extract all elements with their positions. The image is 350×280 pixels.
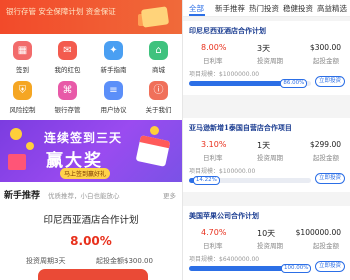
product-amount: $100000.00 — [295, 228, 341, 237]
app-screen: 银行存管 安全保障计划 资金保证 ▦ 签到 ✉ 我的红包 ✦ 新手指南 ⌂ 商城 — [0, 0, 350, 280]
progress-bar: 14.22% — [189, 176, 311, 185]
rate-label: 日利率 — [203, 242, 223, 250]
product-rate: 8.00% — [201, 43, 227, 52]
promo-badge[interactable]: 马上签到赢好礼 — [60, 168, 111, 179]
product-card[interactable]: 美国苹果公司合作计划 4.70% 10天 $100000.00 日利率 投资周期… — [183, 206, 350, 280]
product-scale: 项目规模：$1000000.00 — [189, 71, 260, 78]
gift-icon — [8, 154, 26, 170]
progress-fill — [189, 81, 294, 86]
document-icon: ≡ — [104, 81, 123, 100]
product-card[interactable]: 印尼尼西亚酒店合作计划 8.00% 3天 $300.00 日利率 投资周期 起投… — [183, 21, 350, 95]
tab-high-yield[interactable]: 高益精选 — [317, 3, 347, 14]
menu-user-agreement[interactable]: ≡ 用户协议 — [91, 78, 136, 118]
red-packet-icon: ✉ — [58, 41, 77, 60]
days-label: 投资周期 — [257, 154, 283, 162]
progress-bar: 86.00% — [189, 79, 311, 88]
promo-line1: 连续签到三天 — [44, 131, 123, 145]
progress-bar: 100.00% — [189, 264, 312, 273]
tab-all[interactable]: 全部 — [189, 3, 204, 14]
banner-slogan: 银行存管 安全保障计划 资金保证 — [6, 7, 116, 16]
more-link[interactable]: 更多 — [163, 190, 176, 200]
progress-text: 86.00% — [280, 79, 308, 88]
quick-menu-grid: ▦ 签到 ✉ 我的红包 ✦ 新手指南 ⌂ 商城 ⛨ 风险控制 ⌘ 银行存管 ≡ … — [0, 38, 182, 118]
banner-illustration — [122, 0, 174, 34]
product-card[interactable]: 亚马逊新增1泰国自营店合作项目 3.10% 1天 $299.00 日利率 投资周… — [183, 118, 350, 192]
tab-hot[interactable]: 热门投资 — [249, 3, 279, 14]
product-amount: $299.00 — [309, 140, 341, 149]
invest-button[interactable]: 立即投资 — [315, 261, 345, 272]
product-title: 美国苹果公司合作计划 — [189, 211, 259, 220]
product-list-panel: 全部 新手推荐 热门投资 稳健投资 高益精选 印尼尼西亚酒店合作计划 8.00%… — [182, 0, 350, 280]
product-rate: 8.00% — [70, 234, 112, 248]
product-name: 印尼西亚酒店合作计划 — [43, 215, 139, 226]
menu-shop[interactable]: ⌂ 商城 — [136, 38, 181, 78]
product-title: 亚马逊新增1泰国自营店合作项目 — [189, 123, 292, 132]
top-banner[interactable]: 银行存管 安全保障计划 资金保证 — [0, 0, 182, 34]
days-label: 投资周期 — [257, 242, 283, 250]
shield-icon: ⛨ — [13, 81, 32, 100]
recommend-title: 新手推荐 — [4, 191, 41, 201]
menu-label: 用户协议 — [100, 106, 127, 114]
tab-newbie[interactable]: 新手推荐 — [215, 3, 245, 14]
progress-text: 100.00% — [281, 264, 312, 273]
menu-risk-control[interactable]: ⛨ 风险控制 — [0, 78, 45, 118]
menu-label: 签到 — [16, 66, 29, 74]
menu-red-packet[interactable]: ✉ 我的红包 — [45, 38, 90, 78]
guide-icon: ✦ — [104, 41, 123, 60]
menu-label: 关于我们 — [145, 106, 172, 114]
menu-guide[interactable]: ✦ 新手指南 — [91, 38, 136, 78]
tab-underline — [189, 14, 205, 16]
menu-label: 商城 — [152, 66, 165, 74]
amount-label: 起投金额 — [313, 57, 339, 65]
calendar-icon: ▦ — [13, 41, 32, 60]
recommend-card[interactable]: 印尼西亚酒店合作计划 8.00% 投资周期3天 起投金额$300.00 — [0, 206, 182, 280]
home-panel: 银行存管 安全保障计划 资金保证 ▦ 签到 ✉ 我的红包 ✦ 新手指南 ⌂ 商城 — [0, 0, 182, 280]
amount-label: 起投金额 — [313, 154, 339, 162]
menu-bank-custody[interactable]: ⌘ 银行存管 — [45, 78, 90, 118]
sign-in-promo-banner[interactable]: 连续签到三天 赢大奖 马上签到赢好礼 — [0, 120, 182, 182]
coin-icon — [26, 142, 34, 150]
days-label: 投资周期 — [257, 57, 283, 65]
calendar-icon — [135, 135, 171, 167]
menu-about-us[interactable]: ⓘ 关于我们 — [136, 78, 181, 118]
invest-button[interactable]: 立即投资 — [315, 76, 345, 87]
menu-sign-in[interactable]: ▦ 签到 — [0, 38, 45, 78]
info-icon: ⓘ — [149, 81, 168, 100]
recommend-header: 新手推荐 优质推荐，小白也能放心 更多 — [4, 188, 178, 202]
menu-label: 风险控制 — [9, 106, 36, 114]
product-rate: 3.10% — [201, 140, 227, 149]
product-period: 投资周期3天 — [26, 257, 66, 265]
menu-label: 新手指南 — [100, 66, 127, 74]
progress-text: 14.22% — [192, 176, 220, 185]
recommend-subtitle: 优质推荐，小白也能放心 — [48, 192, 120, 200]
rate-label: 日利率 — [203, 154, 223, 162]
menu-label: 银行存管 — [54, 106, 81, 114]
menu-label: 我的红包 — [54, 66, 81, 74]
bank-icon: ⌘ — [58, 81, 77, 100]
product-scale: 项目规模：$100000.00 — [189, 168, 256, 175]
coin-icon — [10, 128, 22, 140]
tab-steady[interactable]: 稳健投资 — [283, 3, 313, 14]
product-days: 1天 — [257, 141, 271, 150]
rate-label: 日利率 — [203, 57, 223, 65]
shop-icon: ⌂ — [149, 41, 168, 60]
product-rate: 4.70% — [201, 228, 227, 237]
coin-icon — [150, 126, 159, 135]
category-tabs: 全部 新手推荐 热门投资 稳健投资 高益精选 — [183, 0, 350, 17]
invest-button[interactable]: 立即投资 — [315, 173, 345, 184]
amount-label: 起投金额 — [313, 242, 339, 250]
product-title: 印尼尼西亚酒店合作计划 — [189, 26, 266, 35]
product-amount: $300.00 — [309, 43, 341, 52]
product-scale: 项目规模：$6400000.00 — [189, 256, 260, 263]
product-min-amount: 起投金额$300.00 — [96, 257, 153, 265]
product-days: 3天 — [257, 44, 271, 53]
invest-button[interactable] — [38, 269, 148, 280]
product-days: 10天 — [257, 229, 276, 238]
